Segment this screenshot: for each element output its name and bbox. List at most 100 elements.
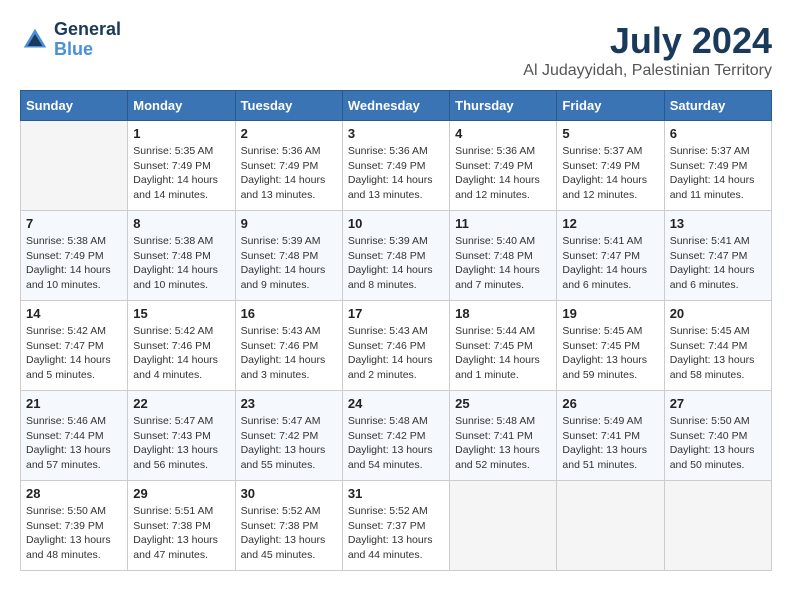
week-row-4: 21Sunrise: 5:46 AM Sunset: 7:44 PM Dayli… bbox=[21, 391, 772, 481]
day-number: 14 bbox=[26, 306, 122, 321]
page-header: General Blue July 2024 Al Judayyidah, Pa… bbox=[20, 20, 772, 80]
day-info: Sunrise: 5:45 AM Sunset: 7:45 PM Dayligh… bbox=[562, 324, 658, 383]
calendar-cell: 21Sunrise: 5:46 AM Sunset: 7:44 PM Dayli… bbox=[21, 391, 128, 481]
calendar-cell: 19 Sunrise: 5:45 AM Sunset: 7:45 PM Dayli… bbox=[557, 301, 664, 391]
calendar-cell bbox=[664, 481, 771, 571]
calendar-cell: 22 Sunrise: 5:47 AM Sunset: 7:43 PM Dayli… bbox=[128, 391, 235, 481]
day-info: Sunrise: 5:41 AM Sunset: 7:47 PM Dayligh… bbox=[670, 234, 766, 293]
calendar-cell: 26Sunrise: 5:49 AM Sunset: 7:41 PM Dayli… bbox=[557, 391, 664, 481]
day-header-tuesday: Tuesday bbox=[235, 91, 342, 121]
day-info: Sunrise: 5:36 AM Sunset: 7:49 PM Dayligh… bbox=[348, 144, 444, 203]
day-info: Sunrise: 5:38 AM Sunset: 7:48 PM Dayligh… bbox=[133, 234, 229, 293]
day-number: 7 bbox=[26, 216, 122, 231]
calendar-cell: 11Sunrise: 5:40 AM Sunset: 7:48 PM Dayli… bbox=[450, 211, 557, 301]
calendar-cell: 24Sunrise: 5:48 AM Sunset: 7:42 PM Dayli… bbox=[342, 391, 449, 481]
day-number: 2 bbox=[241, 126, 337, 141]
week-row-5: 28Sunrise: 5:50 AM Sunset: 7:39 PM Dayli… bbox=[21, 481, 772, 571]
calendar-cell: 23 Sunrise: 5:47 AM Sunset: 7:42 PM Dayli… bbox=[235, 391, 342, 481]
days-header-row: SundayMondayTuesdayWednesdayThursdayFrid… bbox=[21, 91, 772, 121]
day-info: Sunrise: 5:47 AM Sunset: 7:43 PM Dayligh… bbox=[133, 414, 229, 473]
day-number: 10 bbox=[348, 216, 444, 231]
day-info: Sunrise: 5:35 AM Sunset: 7:49 PM Dayligh… bbox=[133, 144, 229, 203]
day-number: 12 bbox=[562, 216, 658, 231]
day-number: 22 bbox=[133, 396, 229, 411]
day-number: 5 bbox=[562, 126, 658, 141]
title-block: July 2024 Al Judayyidah, Palestinian Ter… bbox=[523, 20, 772, 80]
day-info: Sunrise: 5:36 AM Sunset: 7:49 PM Dayligh… bbox=[241, 144, 337, 203]
calendar-cell: 5 Sunrise: 5:37 AM Sunset: 7:49 PM Daylig… bbox=[557, 121, 664, 211]
day-info: Sunrise: 5:51 AM Sunset: 7:38 PM Dayligh… bbox=[133, 504, 229, 563]
calendar-cell: 12 Sunrise: 5:41 AM Sunset: 7:47 PM Dayli… bbox=[557, 211, 664, 301]
day-number: 8 bbox=[133, 216, 229, 231]
calendar-cell bbox=[21, 121, 128, 211]
day-info: Sunrise: 5:41 AM Sunset: 7:47 PM Dayligh… bbox=[562, 234, 658, 293]
day-header-saturday: Saturday bbox=[664, 91, 771, 121]
calendar-cell bbox=[450, 481, 557, 571]
calendar-cell: 27 Sunrise: 5:50 AM Sunset: 7:40 PM Dayli… bbox=[664, 391, 771, 481]
calendar-cell: 3 Sunrise: 5:36 AM Sunset: 7:49 PM Daylig… bbox=[342, 121, 449, 211]
day-header-wednesday: Wednesday bbox=[342, 91, 449, 121]
calendar-cell: 29 Sunrise: 5:51 AM Sunset: 7:38 PM Dayli… bbox=[128, 481, 235, 571]
day-number: 30 bbox=[241, 486, 337, 501]
month-title: July 2024 bbox=[523, 20, 772, 62]
day-number: 16 bbox=[241, 306, 337, 321]
week-row-2: 7 Sunrise: 5:38 AM Sunset: 7:49 PM Daylig… bbox=[21, 211, 772, 301]
calendar-cell: 30 Sunrise: 5:52 AM Sunset: 7:38 PM Dayli… bbox=[235, 481, 342, 571]
day-info: Sunrise: 5:39 AM Sunset: 7:48 PM Dayligh… bbox=[348, 234, 444, 293]
calendar-table: SundayMondayTuesdayWednesdayThursdayFrid… bbox=[20, 90, 772, 571]
day-number: 29 bbox=[133, 486, 229, 501]
week-row-3: 14Sunrise: 5:42 AM Sunset: 7:47 PM Dayli… bbox=[21, 301, 772, 391]
day-number: 26 bbox=[562, 396, 658, 411]
calendar-cell: 4Sunrise: 5:36 AM Sunset: 7:49 PM Daylig… bbox=[450, 121, 557, 211]
day-info: Sunrise: 5:52 AM Sunset: 7:38 PM Dayligh… bbox=[241, 504, 337, 563]
logo: General Blue bbox=[20, 20, 121, 60]
day-info: Sunrise: 5:50 AM Sunset: 7:40 PM Dayligh… bbox=[670, 414, 766, 473]
day-info: Sunrise: 5:42 AM Sunset: 7:46 PM Dayligh… bbox=[133, 324, 229, 383]
day-number: 18 bbox=[455, 306, 551, 321]
day-header-friday: Friday bbox=[557, 91, 664, 121]
day-number: 1 bbox=[133, 126, 229, 141]
day-number: 4 bbox=[455, 126, 551, 141]
day-info: Sunrise: 5:38 AM Sunset: 7:49 PM Dayligh… bbox=[26, 234, 122, 293]
location-title: Al Judayyidah, Palestinian Territory bbox=[523, 62, 772, 80]
calendar-cell bbox=[557, 481, 664, 571]
calendar-cell: 18 Sunrise: 5:44 AM Sunset: 7:45 PM Dayli… bbox=[450, 301, 557, 391]
day-info: Sunrise: 5:43 AM Sunset: 7:46 PM Dayligh… bbox=[348, 324, 444, 383]
day-info: Sunrise: 5:52 AM Sunset: 7:37 PM Dayligh… bbox=[348, 504, 444, 563]
day-info: Sunrise: 5:48 AM Sunset: 7:41 PM Dayligh… bbox=[455, 414, 551, 473]
day-number: 9 bbox=[241, 216, 337, 231]
day-number: 15 bbox=[133, 306, 229, 321]
day-info: Sunrise: 5:48 AM Sunset: 7:42 PM Dayligh… bbox=[348, 414, 444, 473]
day-number: 19 bbox=[562, 306, 658, 321]
calendar-cell: 14Sunrise: 5:42 AM Sunset: 7:47 PM Dayli… bbox=[21, 301, 128, 391]
calendar-cell: 1 Sunrise: 5:35 AM Sunset: 7:49 PM Daylig… bbox=[128, 121, 235, 211]
day-header-monday: Monday bbox=[128, 91, 235, 121]
day-info: Sunrise: 5:37 AM Sunset: 7:49 PM Dayligh… bbox=[562, 144, 658, 203]
day-number: 27 bbox=[670, 396, 766, 411]
day-info: Sunrise: 5:46 AM Sunset: 7:44 PM Dayligh… bbox=[26, 414, 122, 473]
day-number: 20 bbox=[670, 306, 766, 321]
calendar-cell: 6Sunrise: 5:37 AM Sunset: 7:49 PM Daylig… bbox=[664, 121, 771, 211]
day-info: Sunrise: 5:44 AM Sunset: 7:45 PM Dayligh… bbox=[455, 324, 551, 383]
calendar-cell: 8 Sunrise: 5:38 AM Sunset: 7:48 PM Daylig… bbox=[128, 211, 235, 301]
calendar-cell: 13Sunrise: 5:41 AM Sunset: 7:47 PM Dayli… bbox=[664, 211, 771, 301]
calendar-cell: 17Sunrise: 5:43 AM Sunset: 7:46 PM Dayli… bbox=[342, 301, 449, 391]
day-info: Sunrise: 5:50 AM Sunset: 7:39 PM Dayligh… bbox=[26, 504, 122, 563]
calendar-cell: 7 Sunrise: 5:38 AM Sunset: 7:49 PM Daylig… bbox=[21, 211, 128, 301]
day-number: 31 bbox=[348, 486, 444, 501]
calendar-cell: 28Sunrise: 5:50 AM Sunset: 7:39 PM Dayli… bbox=[21, 481, 128, 571]
logo-icon bbox=[20, 25, 50, 55]
calendar-cell: 25 Sunrise: 5:48 AM Sunset: 7:41 PM Dayli… bbox=[450, 391, 557, 481]
day-number: 6 bbox=[670, 126, 766, 141]
day-number: 23 bbox=[241, 396, 337, 411]
day-info: Sunrise: 5:47 AM Sunset: 7:42 PM Dayligh… bbox=[241, 414, 337, 473]
logo-text: General Blue bbox=[54, 20, 121, 60]
day-info: Sunrise: 5:39 AM Sunset: 7:48 PM Dayligh… bbox=[241, 234, 337, 293]
day-header-sunday: Sunday bbox=[21, 91, 128, 121]
calendar-cell: 9 Sunrise: 5:39 AM Sunset: 7:48 PM Daylig… bbox=[235, 211, 342, 301]
calendar-cell: 15 Sunrise: 5:42 AM Sunset: 7:46 PM Dayli… bbox=[128, 301, 235, 391]
day-number: 3 bbox=[348, 126, 444, 141]
day-number: 25 bbox=[455, 396, 551, 411]
day-info: Sunrise: 5:40 AM Sunset: 7:48 PM Dayligh… bbox=[455, 234, 551, 293]
day-header-thursday: Thursday bbox=[450, 91, 557, 121]
